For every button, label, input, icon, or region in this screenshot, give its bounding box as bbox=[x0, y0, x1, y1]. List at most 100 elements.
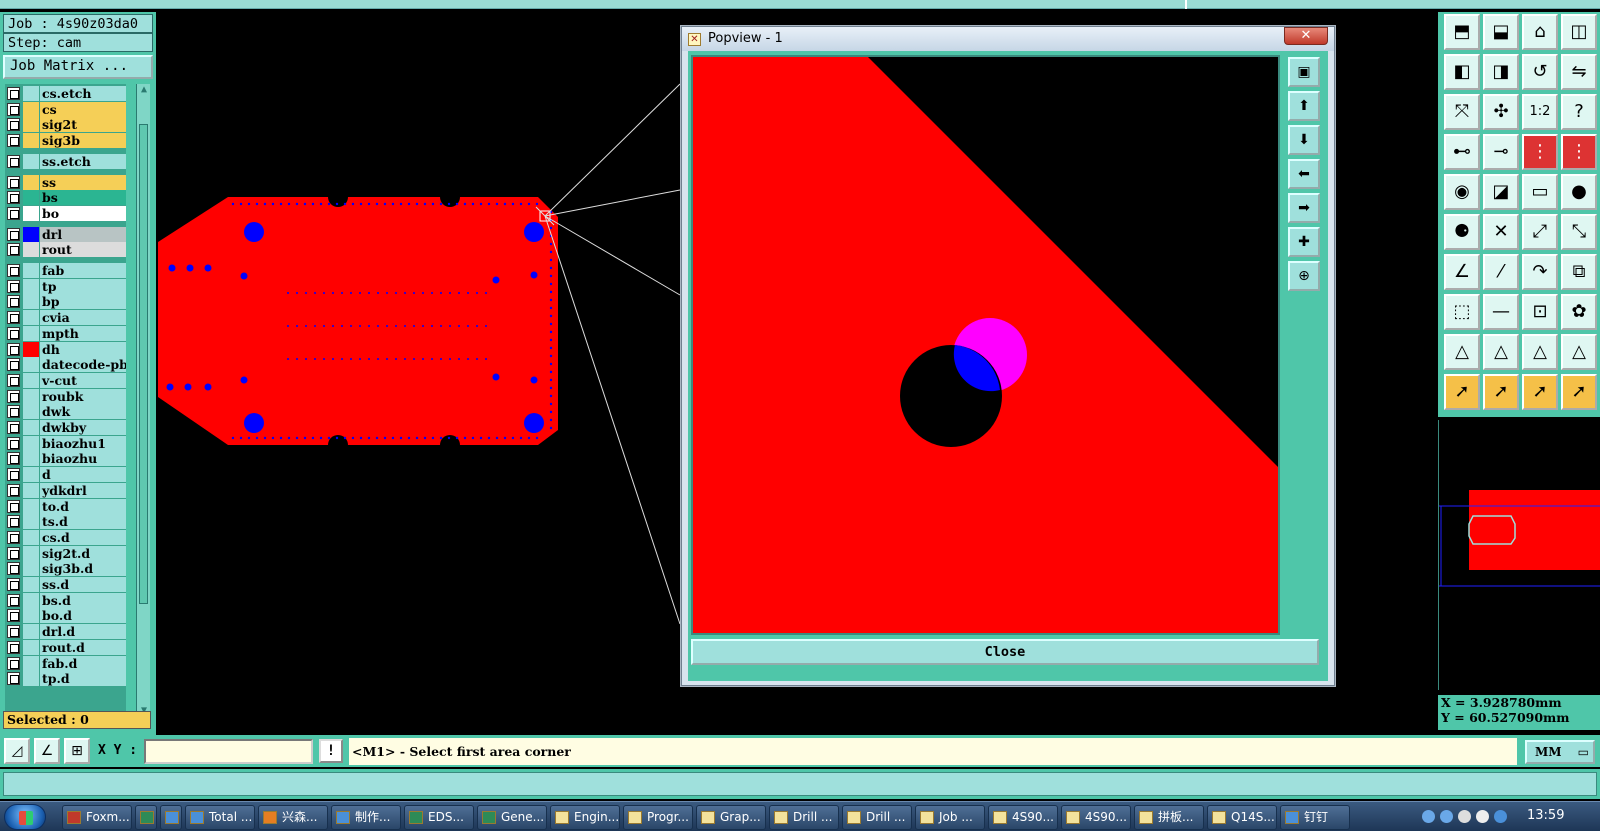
undo-icon[interactable]: ↺ bbox=[1522, 54, 1558, 90]
overview-map[interactable] bbox=[1438, 420, 1600, 690]
scroll-thumb[interactable] bbox=[139, 124, 148, 604]
layer-name[interactable]: drl.d bbox=[40, 624, 126, 640]
layer-color-swatch[interactable] bbox=[23, 671, 39, 687]
layer-row[interactable]: datecode-pbe bbox=[5, 357, 126, 373]
layer-name[interactable]: bp bbox=[40, 294, 126, 310]
layer-name[interactable]: dh bbox=[40, 341, 126, 357]
chevron-up-icon[interactable] bbox=[1476, 810, 1489, 823]
layer-row[interactable]: tp.d bbox=[5, 671, 126, 687]
layer-name[interactable]: bo.d bbox=[40, 608, 126, 624]
layer-name[interactable]: sig2t bbox=[40, 117, 126, 133]
pan-up-icon[interactable]: ⬒ bbox=[1444, 14, 1480, 50]
layer-row[interactable]: bo.d bbox=[5, 608, 126, 624]
layer-name[interactable]: biaozhu bbox=[40, 451, 126, 467]
layer-color-swatch[interactable] bbox=[23, 205, 39, 221]
pointer-circle-icon[interactable]: ➚ bbox=[1522, 374, 1558, 410]
taskbar-item[interactable] bbox=[135, 805, 157, 830]
layer-checkbox[interactable] bbox=[7, 656, 20, 670]
taskbar-item[interactable]: Drill ... bbox=[842, 805, 912, 830]
layer-color-swatch[interactable] bbox=[23, 242, 39, 258]
layer-checkbox[interactable] bbox=[7, 578, 20, 591]
layer-name[interactable]: sig3b.d bbox=[40, 561, 126, 577]
layer-name[interactable]: dwk bbox=[40, 404, 126, 420]
help-icon[interactable]: ? bbox=[1561, 94, 1597, 130]
layer-color-swatch[interactable] bbox=[23, 420, 39, 435]
security-icon[interactable] bbox=[1494, 810, 1507, 823]
layer-checkbox[interactable] bbox=[7, 154, 20, 168]
layer-name[interactable]: tp bbox=[40, 278, 126, 294]
layer-checkbox[interactable] bbox=[7, 227, 20, 241]
layer-row[interactable]: rout.d bbox=[5, 639, 126, 655]
layer-row[interactable]: ts.d bbox=[5, 514, 126, 530]
layer-row[interactable]: dwk bbox=[5, 404, 126, 420]
layer-name[interactable]: tp.d bbox=[40, 671, 126, 687]
layer-name[interactable]: rout bbox=[40, 242, 126, 258]
layer-name[interactable]: bo bbox=[40, 205, 126, 221]
layer-checkbox[interactable] bbox=[7, 206, 20, 220]
layer-checkbox[interactable] bbox=[7, 326, 20, 340]
layer-name[interactable]: bs.d bbox=[40, 592, 126, 608]
layer-color-swatch[interactable] bbox=[23, 545, 39, 561]
layer-checkbox[interactable] bbox=[7, 530, 20, 544]
pan-right-icon[interactable]: ➡ bbox=[1288, 193, 1320, 223]
layer-name[interactable]: rout.d bbox=[40, 639, 126, 655]
taskbar-item[interactable] bbox=[160, 805, 182, 830]
layer-row[interactable]: sig3b.d bbox=[5, 561, 126, 577]
triangle-c-icon[interactable]: △ bbox=[1561, 334, 1597, 370]
snap-tool-icon[interactable]: ⊷ bbox=[1444, 134, 1480, 170]
home-icon[interactable]: ⌂ bbox=[1522, 14, 1558, 50]
xy-input[interactable] bbox=[144, 739, 313, 764]
triangle-a-icon[interactable]: △ bbox=[1483, 334, 1519, 370]
layer-color-swatch[interactable] bbox=[23, 133, 39, 149]
taskbar-item[interactable]: Q14S... bbox=[1207, 805, 1277, 830]
layer-checkbox[interactable] bbox=[7, 546, 20, 560]
layer-row[interactable]: biaozhu bbox=[5, 451, 126, 467]
taskbar-item[interactable]: Engin... bbox=[550, 805, 620, 830]
layer-row[interactable]: bs bbox=[5, 190, 126, 206]
mirror-icon[interactable]: ⧉ bbox=[1561, 254, 1597, 290]
layer-name[interactable]: cs bbox=[40, 101, 126, 117]
rotate-icon[interactable]: ↷ bbox=[1522, 254, 1558, 290]
layer-name[interactable]: ss bbox=[40, 174, 126, 190]
select-circle-icon[interactable]: ◉ bbox=[1444, 174, 1480, 210]
layer-scrollbar[interactable]: ▲ ▼ bbox=[136, 84, 150, 717]
layer-checkbox[interactable] bbox=[7, 452, 20, 466]
layer-row[interactable]: roubk bbox=[5, 388, 126, 404]
layer-row[interactable]: ss.etch bbox=[5, 153, 126, 169]
swap-icon[interactable]: ⇋ bbox=[1561, 54, 1597, 90]
pan-down-icon[interactable]: ⬓ bbox=[1483, 14, 1519, 50]
taskbar-item[interactable]: 4S90... bbox=[988, 805, 1058, 830]
help-icon[interactable]: ! bbox=[319, 739, 343, 763]
taskbar-item[interactable]: EDS... bbox=[404, 805, 474, 830]
ruler-icon[interactable]: ▭ bbox=[1522, 174, 1558, 210]
layer-color-swatch[interactable] bbox=[23, 341, 39, 357]
layer-checkbox[interactable] bbox=[7, 499, 20, 513]
layer-color-swatch[interactable] bbox=[23, 608, 39, 624]
layer-checkbox[interactable] bbox=[7, 134, 20, 148]
step-icon[interactable]: ⋮ bbox=[1522, 134, 1558, 170]
taskbar-item[interactable]: Drill ... bbox=[769, 805, 839, 830]
layer-color-swatch[interactable] bbox=[23, 294, 39, 310]
layer-row[interactable]: fab bbox=[5, 263, 126, 278]
layer-name[interactable]: cs.d bbox=[40, 529, 126, 545]
layer-name[interactable]: d bbox=[40, 467, 126, 483]
layer-name[interactable]: fab bbox=[40, 263, 126, 278]
taskbar-item[interactable]: Progr... bbox=[623, 805, 693, 830]
grid-icon[interactable]: ⊞ bbox=[64, 738, 90, 764]
pointer-route-icon[interactable]: ➚ bbox=[1561, 374, 1597, 410]
popview-titlebar[interactable]: ✕ Popview - 1 ✕ bbox=[682, 27, 1334, 51]
layer-checkbox[interactable] bbox=[7, 311, 20, 325]
cluster-icon[interactable]: ✿ bbox=[1561, 294, 1597, 330]
taskbar-item[interactable]: Gene... bbox=[477, 805, 547, 830]
layer-row[interactable]: v-cut bbox=[5, 372, 126, 388]
pan-left-icon[interactable]: ⬅ bbox=[1288, 159, 1320, 189]
close-icon[interactable]: ✕ bbox=[1284, 27, 1328, 45]
fit-icon[interactable]: ⤧ bbox=[1444, 94, 1480, 130]
layer-name[interactable]: roubk bbox=[40, 388, 126, 404]
layer-color-swatch[interactable] bbox=[23, 655, 39, 671]
layer-row[interactable]: dwkby bbox=[5, 420, 126, 435]
measure-icon[interactable]: ∠ bbox=[34, 738, 60, 764]
layer-name[interactable]: bs bbox=[40, 190, 126, 206]
layer-checkbox[interactable] bbox=[7, 295, 20, 309]
layer-checkbox[interactable] bbox=[7, 175, 20, 189]
